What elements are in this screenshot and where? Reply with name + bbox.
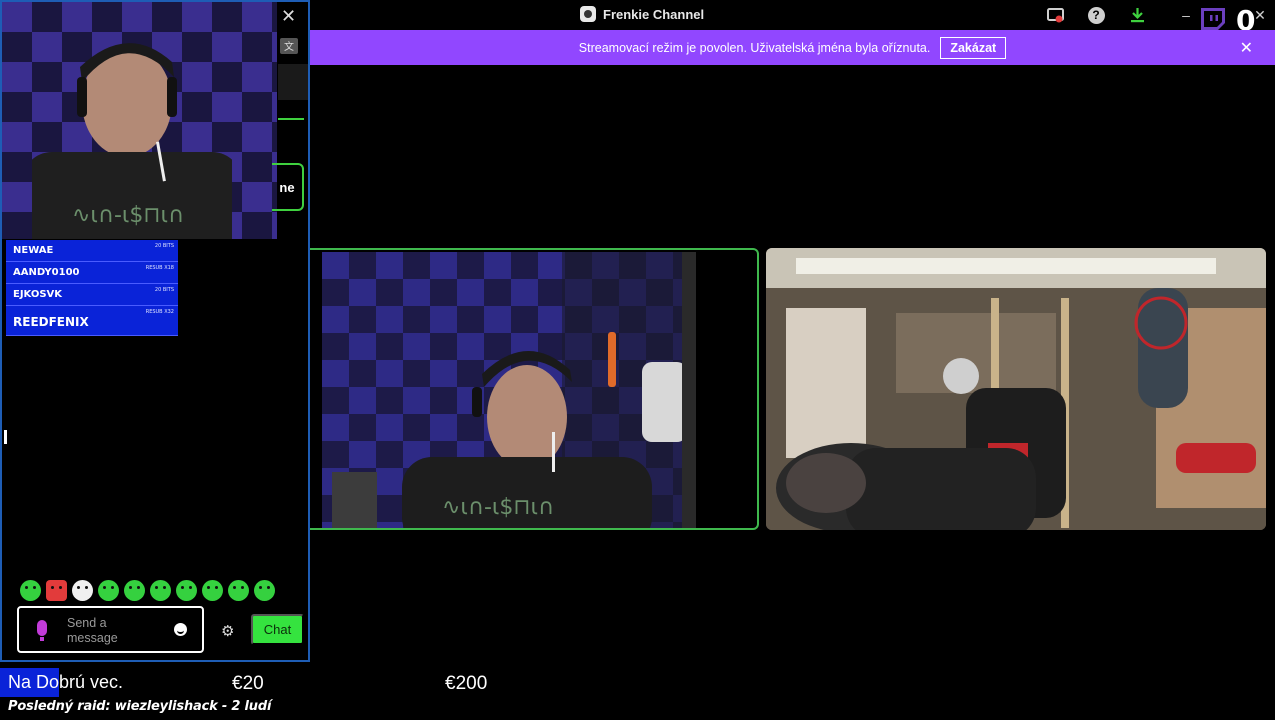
emoji-icon[interactable]: [174, 623, 187, 636]
frog-emote-icon[interactable]: [20, 580, 41, 601]
partial-button-label: ne: [279, 179, 295, 195]
guest-video: [766, 248, 1266, 530]
webcam-overlay: ∿ι∩-ι$⊓ι∩: [2, 2, 277, 239]
video-tile-main[interactable]: ∿ι∩-ι$⊓ι∩: [310, 248, 759, 530]
alert-tag: 20 BITS: [154, 287, 174, 293]
alert-tag: RESUB X32: [145, 309, 174, 315]
frog-emote-icon[interactable]: [254, 580, 275, 601]
gear-icon[interactable]: ⚙: [221, 622, 234, 640]
partial-button[interactable]: ne: [272, 163, 304, 211]
help-icon: ?: [1087, 6, 1105, 24]
frog-emote-icon[interactable]: [176, 580, 197, 601]
svg-text:∿ι∩-ι$⊓ι∩: ∿ι∩-ι$⊓ι∩: [72, 203, 184, 228]
donation-goal-amount: €200: [445, 673, 488, 694]
alert-item: REEDFENIX RESUB X32: [6, 306, 178, 336]
green-divider: [278, 118, 304, 120]
red-emote-icon[interactable]: [46, 580, 67, 601]
alert-item: EJKOSVK 20 BITS: [6, 284, 178, 306]
frog-emote-icon[interactable]: [228, 580, 249, 601]
frog-emote-icon[interactable]: [150, 580, 171, 601]
scroll-handle[interactable]: [4, 430, 7, 444]
alert-list: NEWAE 20 BITS AANDY0100 RESUB X18 EJKOSV…: [6, 240, 178, 336]
video-tile-guest[interactable]: [766, 248, 1266, 530]
donation-current-amount: €20: [232, 673, 264, 694]
emote-bar: [20, 580, 275, 601]
frog-emote-icon[interactable]: [124, 580, 145, 601]
frog-emote-icon[interactable]: [202, 580, 223, 601]
last-raid-text: Posledný raid: wiezleylishack - 2 ludí: [8, 699, 272, 714]
chat-button[interactable]: Chat: [251, 614, 304, 645]
disable-streaming-mode-button[interactable]: Zakázat: [940, 36, 1007, 59]
minimize-button[interactable]: –: [1176, 5, 1196, 25]
streamer-image: ∿ι∩-ι$⊓ι∩: [32, 43, 232, 239]
alert-tag: 20 BITS: [154, 243, 174, 249]
svg-text:∿ι∩-ι$⊓ι∩: ∿ι∩-ι$⊓ι∩: [442, 495, 554, 520]
donation-label-rest: brú vec.: [59, 672, 124, 692]
panel-divider: [278, 64, 308, 100]
chat-input-placeholder: Send a message: [67, 616, 118, 645]
close-panel-icon[interactable]: ✕: [281, 6, 296, 27]
alert-user: EJKOSVK: [13, 289, 63, 300]
streamer-video: ∿ι∩-ι$⊓ι∩: [322, 252, 696, 528]
donation-label-highlight: Na Do: [0, 668, 60, 697]
alert-user: NEWAE: [13, 245, 54, 256]
translate-icon[interactable]: 文: [280, 38, 298, 54]
window-title-text: Frenkie Channel: [603, 6, 705, 22]
screen-record-icon[interactable]: [1045, 5, 1065, 25]
donation-label: Na Do brú vec.: [0, 667, 123, 698]
chat-input[interactable]: Send a message: [17, 606, 204, 653]
help-button[interactable]: ?: [1086, 5, 1106, 25]
window-title: Frenkie Channel: [580, 6, 704, 22]
banner-message: Streamovací režim je povolen. Uživatelsk…: [578, 40, 931, 55]
alert-item: AANDY0100 RESUB X18: [6, 262, 178, 284]
mic-icon[interactable]: [37, 620, 47, 641]
alert-user: REEDFENIX: [13, 315, 89, 329]
close-icon[interactable]: ✕: [1240, 38, 1253, 58]
frog-emote-icon[interactable]: [98, 580, 119, 601]
alert-item: NEWAE 20 BITS: [6, 240, 178, 262]
white-emote-icon[interactable]: [72, 580, 93, 601]
streaming-mode-banner: Streamovací režim je povolen. Uživatelsk…: [310, 30, 1275, 65]
alert-user: AANDY0100: [13, 267, 80, 278]
alert-tag: RESUB X18: [145, 265, 174, 271]
chat-panel: ∿ι∩-ι$⊓ι∩ ✕ 文 ne NEWAE 20 BITS AANDY0100…: [0, 0, 310, 662]
camera-icon: [580, 6, 596, 22]
download-icon[interactable]: [1127, 5, 1147, 25]
